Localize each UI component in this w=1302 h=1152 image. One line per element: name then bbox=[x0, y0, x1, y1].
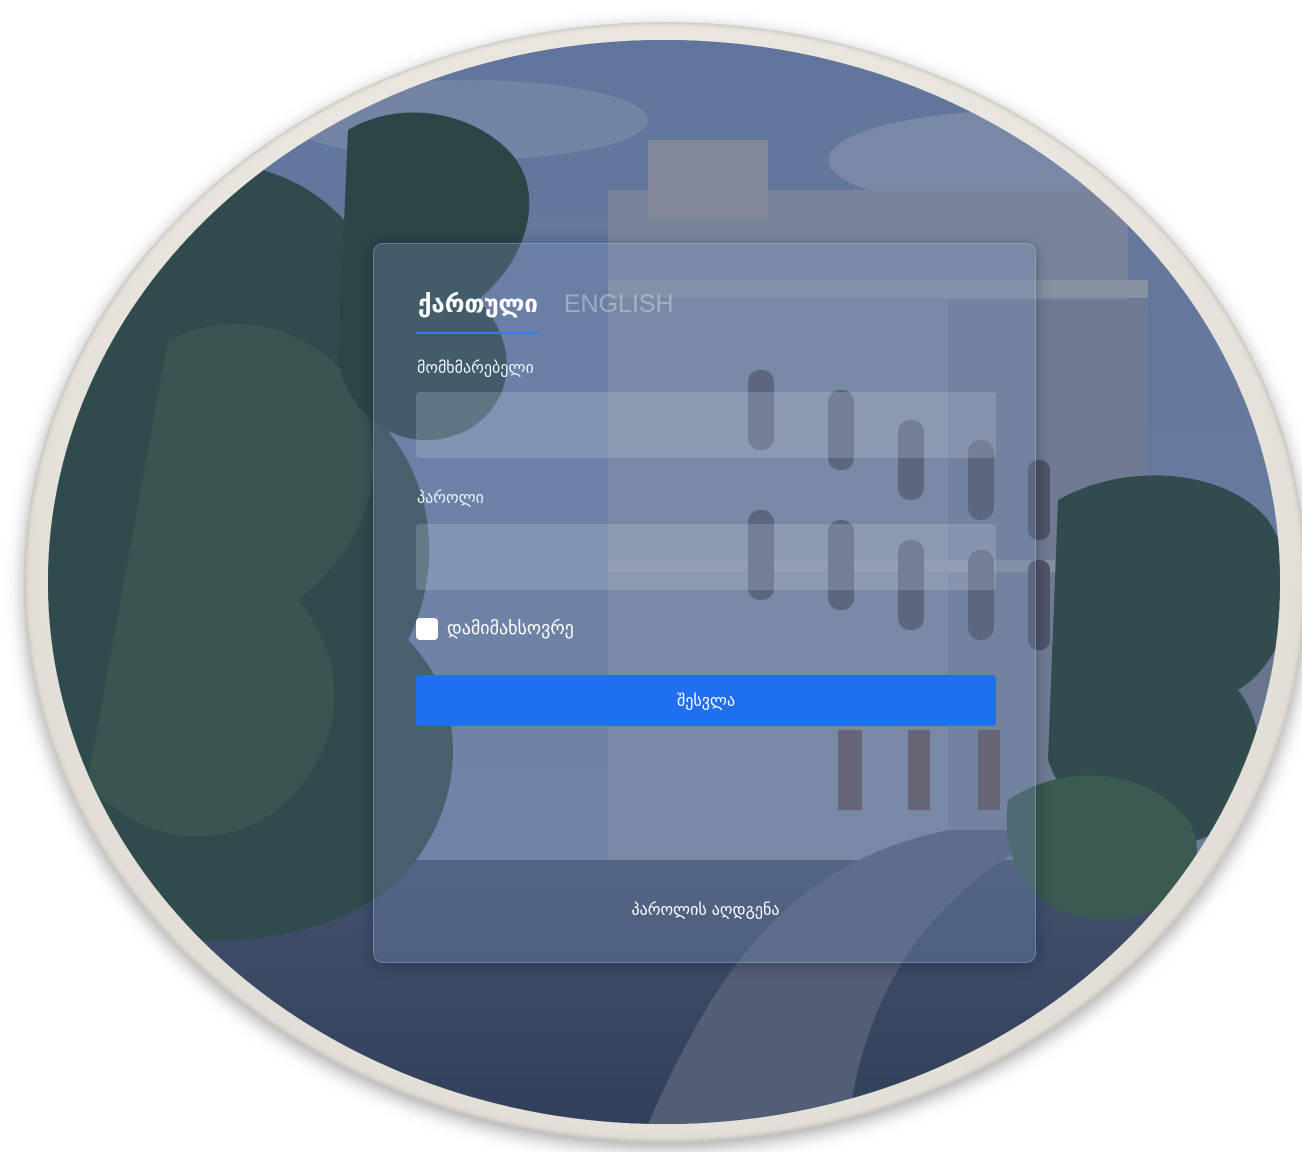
language-tabs: ქართული ENGLISH bbox=[416, 288, 676, 334]
remember-me-label[interactable]: დამიმახსოვრე bbox=[447, 618, 574, 640]
remember-me-checkbox[interactable] bbox=[416, 618, 438, 640]
tab-english[interactable]: ENGLISH bbox=[562, 288, 676, 332]
username-input[interactable] bbox=[416, 392, 996, 458]
password-label: პაროლი bbox=[417, 488, 484, 507]
tab-georgian[interactable]: ქართული bbox=[416, 288, 540, 334]
username-label: მომხმარებელი bbox=[417, 358, 534, 377]
login-panel: ქართული ENGLISH მომხმარებელი პაროლი დამი… bbox=[373, 243, 1036, 963]
remember-me-row: დამიმახსოვრე bbox=[416, 618, 574, 640]
password-input[interactable] bbox=[416, 524, 996, 590]
login-button[interactable]: შესვლა bbox=[416, 675, 996, 726]
password-recovery-link[interactable]: პაროლის აღდგენა bbox=[374, 900, 1037, 920]
login-page: ქართული ENGLISH მომხმარებელი პაროლი დამი… bbox=[0, 0, 1302, 1152]
